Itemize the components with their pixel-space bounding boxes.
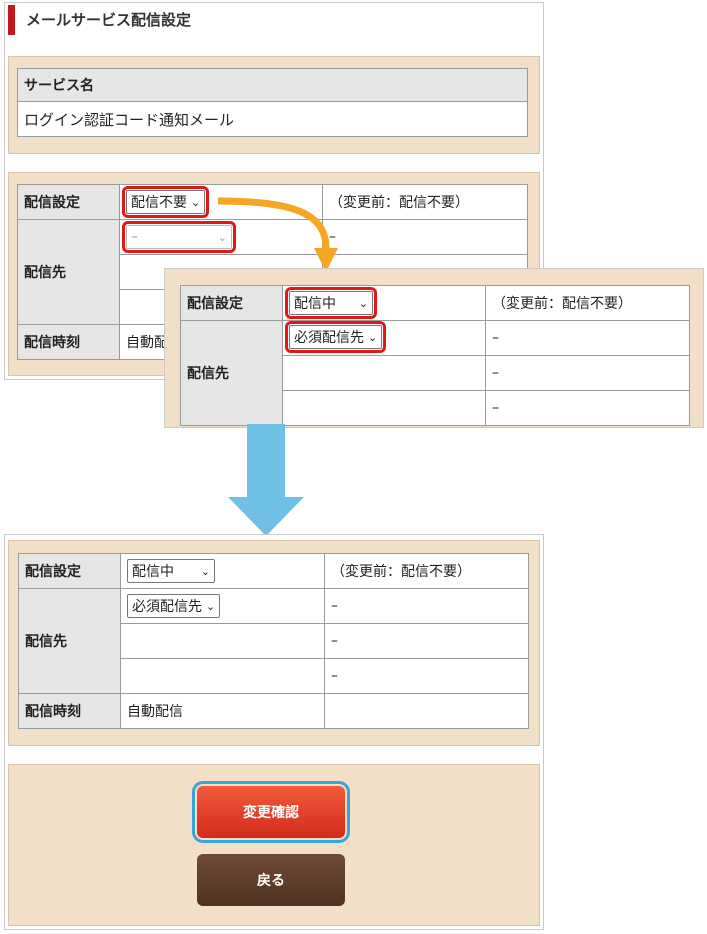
- chevron-down-icon: ⌄: [368, 330, 378, 344]
- chevron-down-icon: ⌄: [217, 230, 227, 244]
- step2-dash-3: –: [485, 390, 690, 426]
- service-table: サービス名 ログイン認証コード通知メール: [17, 68, 528, 137]
- page-title: メールサービス配信設定: [26, 11, 192, 29]
- step2-recipient-select[interactable]: 必須配信先 ⌄: [284, 321, 387, 353]
- step2-dash-2: –: [485, 355, 690, 391]
- step1-previous-value: （変更前：配信不要）: [322, 184, 528, 220]
- step2-delivery-select[interactable]: 配信中 ⌄: [285, 287, 377, 319]
- step1-delivery-select[interactable]: 配信不要 ⌄: [121, 186, 210, 218]
- recipient-label: 配信先: [18, 588, 121, 694]
- final-settings-table: 配信設定 配信中 ⌄ （変更前：配信不要） 配信先 必須配信先 ⌄ – – – 配信…: [18, 553, 529, 729]
- delivery-setting-label: 配信設定: [18, 553, 121, 589]
- final-dash-2: –: [324, 623, 529, 659]
- delivery-setting-label: 配信設定: [180, 285, 283, 321]
- step2-settings-table: 配信設定 配信中 ⌄ （変更前：配信不要） 配信先 必須配信先 ⌄ – – –: [180, 285, 690, 426]
- confirm-change-button[interactable]: 変更確認: [192, 781, 350, 843]
- service-name-value: ログイン認証コード通知メール: [17, 101, 528, 137]
- step1-recipient-select[interactable]: – ⌄: [122, 221, 236, 253]
- chevron-down-icon: ⌄: [358, 296, 368, 310]
- step2-dash-1: –: [485, 320, 690, 356]
- recipient-label: 配信先: [180, 320, 283, 426]
- step1-dash-1: –: [322, 219, 528, 255]
- title-accent-bar: [8, 5, 15, 35]
- back-button[interactable]: 戻る: [197, 854, 345, 906]
- service-name-header: サービス名: [17, 68, 528, 102]
- step2-previous-value: （変更前：配信不要）: [485, 285, 690, 321]
- final-time-value: 自動配信: [120, 693, 325, 729]
- final-delivery-select[interactable]: 配信中 ⌄: [127, 559, 215, 583]
- recipient-label: 配信先: [17, 219, 120, 325]
- final-dash-3: –: [324, 658, 529, 694]
- final-dash-1: –: [324, 588, 529, 624]
- final-recipient-select[interactable]: 必須配信先 ⌄: [127, 594, 221, 618]
- delivery-setting-label: 配信設定: [17, 184, 120, 220]
- chevron-down-icon: ⌄: [206, 599, 216, 613]
- delivery-time-label: 配信時刻: [18, 693, 121, 729]
- delivery-time-label: 配信時刻: [17, 324, 120, 360]
- final-previous-value: （変更前：配信不要）: [324, 553, 529, 589]
- chevron-down-icon: ⌄: [191, 195, 201, 209]
- chevron-down-icon: ⌄: [200, 564, 210, 578]
